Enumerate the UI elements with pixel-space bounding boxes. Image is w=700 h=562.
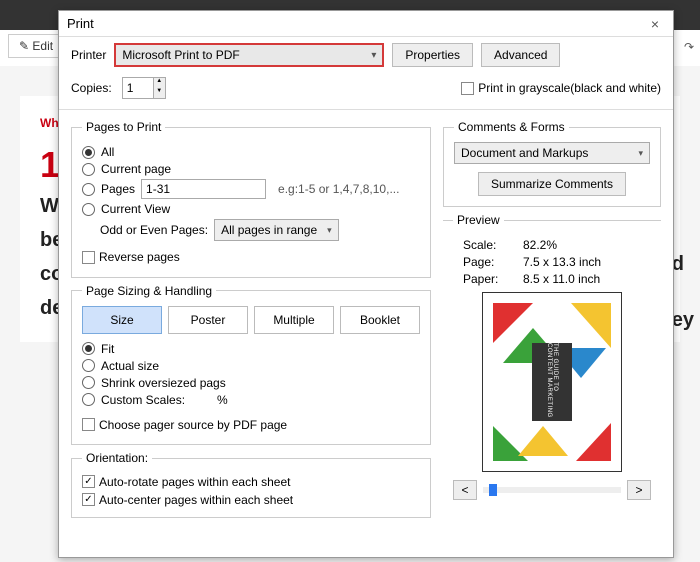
bg-right-text: d ey <box>672 250 694 334</box>
page-value: 7.5 x 13.3 inch <box>523 255 601 269</box>
auto-rotate-label: Auto-rotate pages within each sheet <box>99 475 290 489</box>
grayscale-label: Print in grayscale(black and white) <box>478 81 661 95</box>
odd-even-select[interactable]: All pages in range ▾ <box>214 219 339 241</box>
radio-fit-label: Fit <box>101 342 114 356</box>
preview-group: Preview Scale:82.2% Page:7.5 x 13.3 inch… <box>443 213 661 500</box>
page-sizing-legend: Page Sizing & Handling <box>82 284 216 298</box>
choose-source-checkbox[interactable] <box>82 418 95 431</box>
radio-custom[interactable] <box>82 393 95 406</box>
custom-unit: % <box>217 393 228 407</box>
reverse-label: Reverse pages <box>99 250 180 264</box>
redo-icon[interactable]: ↷ <box>684 40 694 54</box>
summarize-button[interactable]: Summarize Comments <box>478 172 626 196</box>
copies-input[interactable] <box>123 78 153 98</box>
pages-example: e.g:1-5 or 1,4,7,8,10,... <box>278 182 399 196</box>
tab-multiple[interactable]: Multiple <box>254 306 334 334</box>
close-button[interactable]: × <box>645 16 665 32</box>
auto-center-label: Auto-center pages within each sheet <box>99 493 293 507</box>
slider-thumb[interactable] <box>489 484 497 496</box>
paper-label: Paper: <box>463 272 523 286</box>
pages-to-print-legend: Pages to Print <box>82 120 165 134</box>
titlebar: Print × <box>59 11 673 37</box>
properties-button[interactable]: Properties <box>392 43 473 67</box>
auto-rotate-checkbox[interactable]: ✓ <box>82 475 95 488</box>
radio-pages-label: Pages <box>101 182 135 196</box>
radio-shrink-label: Shrink oversiezed pags <box>101 376 226 390</box>
printer-label: Printer <box>71 48 106 62</box>
radio-all-label: All <box>101 145 114 159</box>
radio-actual[interactable] <box>82 359 95 372</box>
orientation-group: Orientation: ✓ Auto-rotate pages within e… <box>71 451 431 518</box>
pencil-icon: ✎ <box>19 39 29 53</box>
copies-spinner[interactable]: ▲ ▼ <box>122 77 166 99</box>
radio-pages[interactable] <box>82 183 95 196</box>
preview-thumbnail: THE GUIDE TO CONTENT MARKETING <box>482 292 622 472</box>
chevron-down-icon: ▾ <box>638 148 643 159</box>
page-label: Page: <box>463 255 523 269</box>
tab-poster[interactable]: Poster <box>168 306 248 334</box>
print-dialog: Print × Printer Microsoft Print to PDF ▾… <box>58 10 674 558</box>
preview-next-button[interactable]: > <box>627 480 651 500</box>
chevron-down-icon: ▾ <box>327 225 332 236</box>
stepper-up[interactable]: ▲ <box>154 78 165 88</box>
printer-select[interactable]: Microsoft Print to PDF ▾ <box>114 43 384 67</box>
preview-legend: Preview <box>453 213 504 227</box>
preview-slider[interactable] <box>483 487 621 493</box>
comments-select[interactable]: Document and Markups ▾ <box>454 142 650 164</box>
radio-current-label: Current page <box>101 162 171 176</box>
scale-label: Scale: <box>463 238 523 252</box>
scale-value: 82.2% <box>523 238 557 252</box>
bg-line: d <box>672 250 694 278</box>
dialog-title: Print <box>67 16 94 31</box>
odd-even-value: All pages in range <box>221 223 317 237</box>
radio-shrink[interactable] <box>82 376 95 389</box>
grayscale-checkbox[interactable] <box>461 82 474 95</box>
stepper-down[interactable]: ▼ <box>154 88 165 98</box>
radio-current-view-label: Current View <box>101 202 170 216</box>
edit-label: Edit <box>32 39 53 53</box>
radio-fit[interactable] <box>82 342 95 355</box>
chevron-down-icon: ▾ <box>371 50 376 61</box>
orientation-legend: Orientation: <box>82 451 152 465</box>
auto-center-checkbox[interactable]: ✓ <box>82 493 95 506</box>
paper-value: 8.5 x 11.0 inch <box>523 272 600 286</box>
choose-source-label: Choose pager source by PDF page <box>99 418 287 432</box>
odd-even-label: Odd or Even Pages: <box>100 223 208 237</box>
comments-group: Comments & Forms Document and Markups ▾ … <box>443 120 661 207</box>
pages-to-print-group: Pages to Print All Current page Pages e.… <box>71 120 431 278</box>
comments-legend: Comments & Forms <box>454 120 569 134</box>
printer-value: Microsoft Print to PDF <box>122 48 239 62</box>
radio-current-view[interactable] <box>82 203 95 216</box>
bg-line: ey <box>672 306 694 334</box>
reverse-checkbox[interactable] <box>82 251 95 264</box>
preview-badge: THE GUIDE TO CONTENT MARKETING <box>532 343 572 421</box>
preview-prev-button[interactable]: < <box>453 480 477 500</box>
pages-input[interactable] <box>141 179 266 199</box>
advanced-button[interactable]: Advanced <box>481 43 560 67</box>
tab-booklet[interactable]: Booklet <box>340 306 420 334</box>
radio-current-page[interactable] <box>82 163 95 176</box>
edit-button[interactable]: ✎ Edit <box>8 34 64 58</box>
radio-all[interactable] <box>82 146 95 159</box>
page-sizing-group: Page Sizing & Handling Size Poster Multi… <box>71 284 431 446</box>
radio-custom-label: Custom Scales: <box>101 393 185 407</box>
comments-value: Document and Markups <box>461 146 588 160</box>
radio-actual-label: Actual size <box>101 359 159 373</box>
copies-label: Copies: <box>71 81 112 95</box>
tab-size[interactable]: Size <box>82 306 162 334</box>
